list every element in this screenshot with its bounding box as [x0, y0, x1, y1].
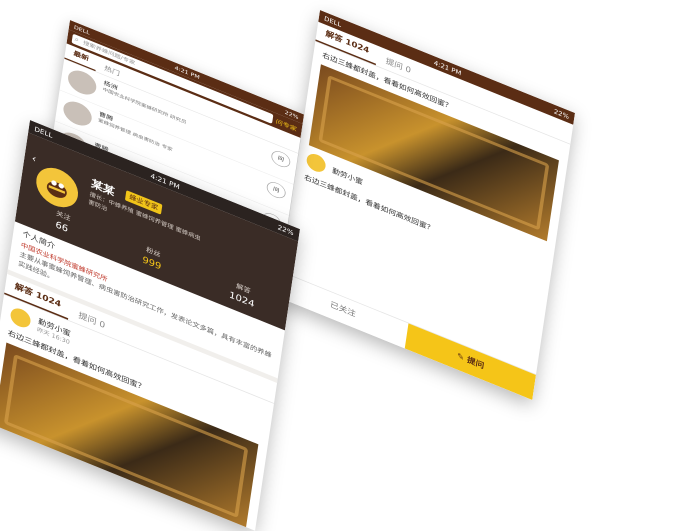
back-icon[interactable]: ‹: [31, 152, 37, 165]
bottom-bar: 已关注 ✎ 提问: [277, 271, 537, 400]
phone-answers: DELL 4:21 PM 22% 解答 1024 提问 0 右边三蜂都封盖，看着如何…: [277, 10, 575, 400]
follow-button[interactable]: 已关注: [277, 272, 408, 349]
ask-button[interactable]: 问: [265, 179, 287, 201]
post-avatar: [9, 305, 32, 331]
ask-question-button[interactable]: ✎ 提问: [404, 323, 536, 400]
post-author: 勤劳小蜜: [331, 166, 364, 187]
ask-button[interactable]: 问: [270, 148, 292, 170]
post-avatar: [305, 151, 327, 175]
